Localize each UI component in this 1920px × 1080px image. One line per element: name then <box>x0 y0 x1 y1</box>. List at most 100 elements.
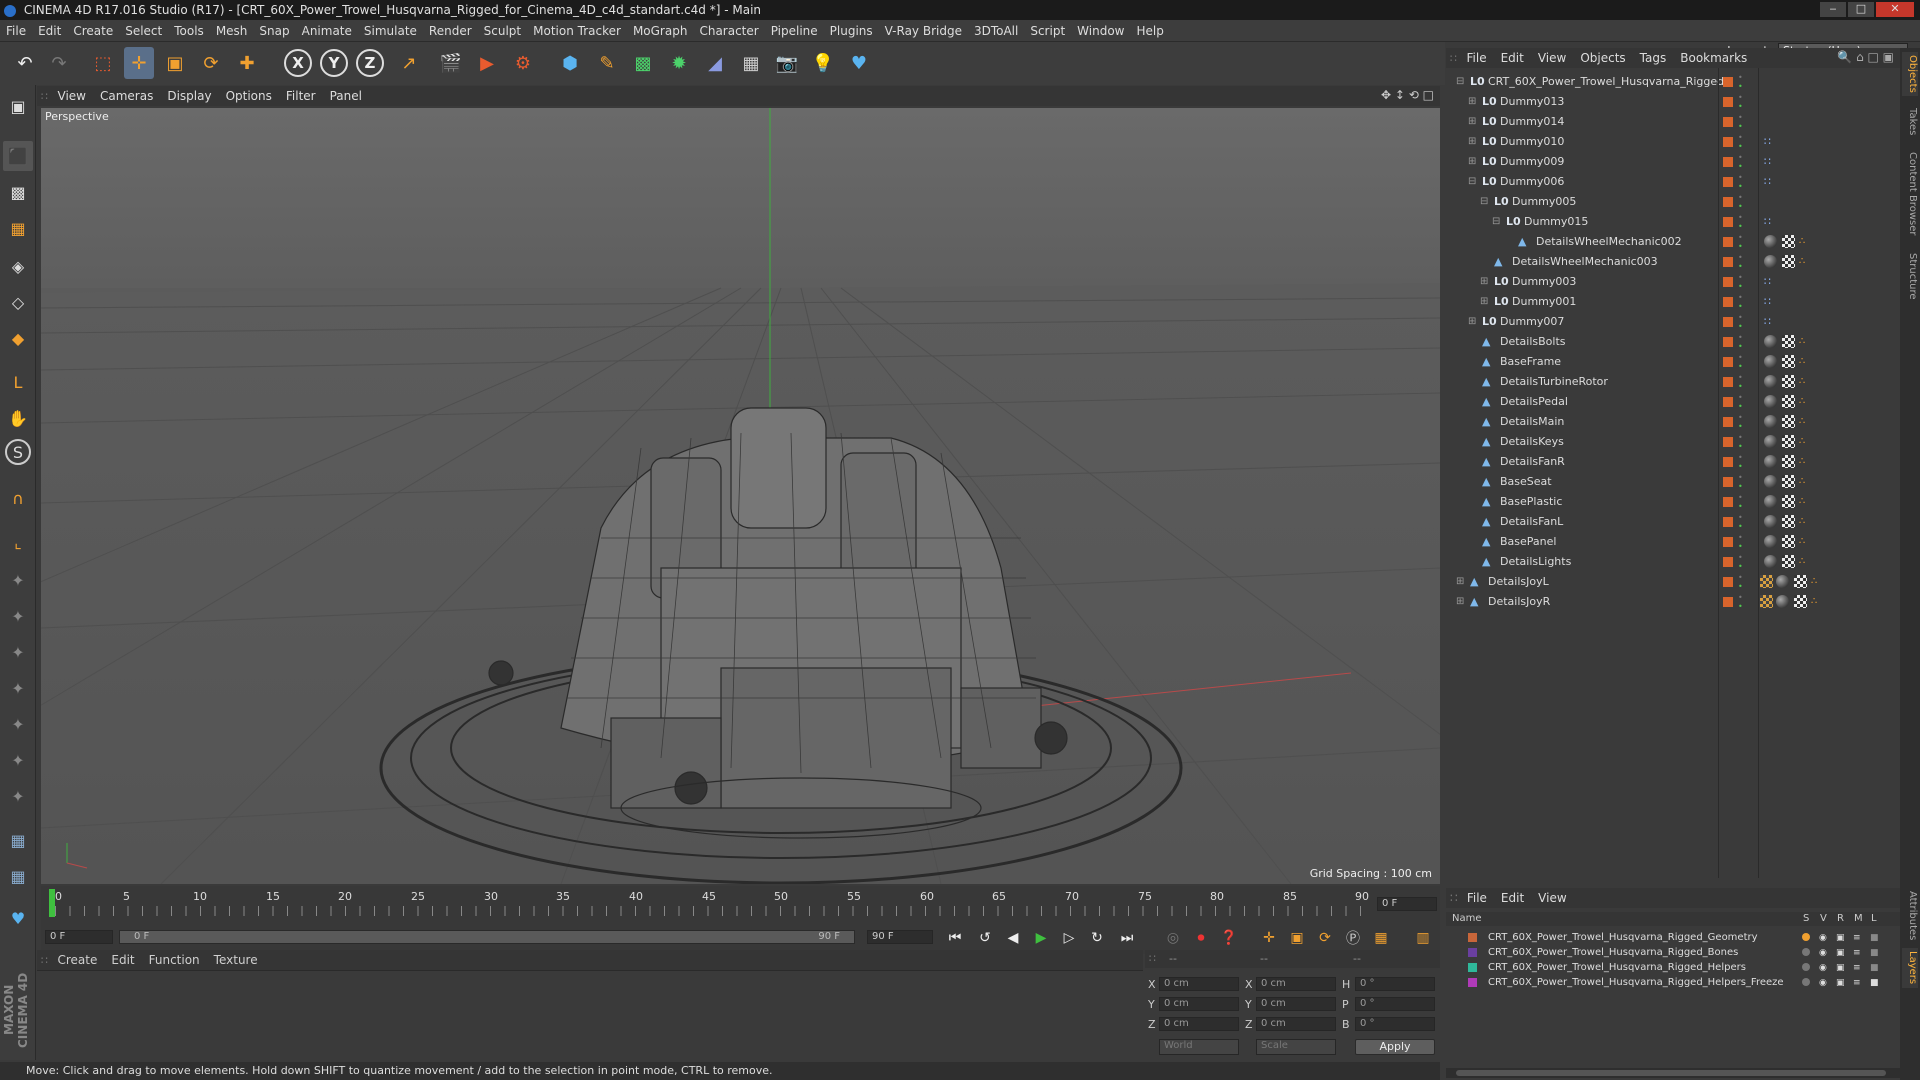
object-menu-bookmarks[interactable]: Bookmarks <box>1673 48 1754 68</box>
menu-tools[interactable]: Tools <box>168 20 210 42</box>
tree-toggle-icon[interactable]: ⊟ <box>1492 212 1500 232</box>
start-frame-field[interactable]: 0 F <box>45 930 113 944</box>
object-row[interactable]: ▲ DetailsWheelMechanic003 • • ∴ <box>1446 252 1900 272</box>
visibility-dots-icon[interactable]: • • <box>1738 533 1743 551</box>
material-tag-icon[interactable] <box>1764 515 1777 528</box>
material-tag-icon[interactable] <box>1776 595 1789 608</box>
layer-color-swatch[interactable] <box>1723 77 1733 87</box>
material-tag-icon[interactable] <box>1764 375 1777 388</box>
visible-toggle-icon[interactable]: ◉ <box>1819 961 1827 976</box>
menu-sculpt[interactable]: Sculpt <box>478 20 527 42</box>
tree-toggle-icon[interactable]: ⊞ <box>1456 572 1464 592</box>
uvw-tag-icon[interactable] <box>1782 395 1795 408</box>
scale-mode-select[interactable]: Scale <box>1256 1039 1336 1055</box>
render-toggle-icon[interactable]: ▣ <box>1836 946 1845 961</box>
weight-tag-icon[interactable]: ∴ <box>1799 452 1805 472</box>
solo-toggle-icon[interactable] <box>1802 963 1810 971</box>
redo-icon[interactable]: ↷ <box>44 47 74 79</box>
layer-color-swatch[interactable] <box>1723 257 1733 267</box>
manager-toggle-icon[interactable]: ≡ <box>1853 946 1861 961</box>
object-search-icons[interactable]: 🔍 ⌂ □ ▣ <box>1837 50 1894 64</box>
uvw-tag-icon[interactable] <box>1794 595 1807 608</box>
material-tag-icon[interactable] <box>1764 495 1777 508</box>
visibility-dots-icon[interactable]: • • <box>1738 573 1743 591</box>
object-row[interactable]: ▲ DetailsKeys • • ∴ <box>1446 432 1900 452</box>
python-script-icon[interactable]: ♥ <box>3 903 33 933</box>
paint-weights-icon[interactable]: ✦ <box>3 673 33 703</box>
light-icon[interactable]: 💡 <box>808 47 838 79</box>
weight-tag-icon[interactable]: ∴ <box>1799 372 1805 392</box>
size-y-field[interactable]: 0 cm <box>1256 997 1336 1011</box>
layer-menu-view[interactable]: View <box>1531 888 1573 908</box>
solo-toggle-icon[interactable] <box>1802 948 1810 956</box>
layer-color-swatch[interactable] <box>1723 377 1733 387</box>
material-menu-function[interactable]: Function <box>142 950 207 970</box>
layer-color-swatch[interactable] <box>1723 477 1733 487</box>
material-tag-icon[interactable] <box>1764 255 1777 268</box>
undo-icon[interactable]: ↶ <box>10 47 40 79</box>
lock-toggle-icon[interactable]: ■ <box>1870 931 1879 946</box>
key-rotation-icon[interactable]: ⟳ <box>1313 926 1337 950</box>
weight-tag-icon[interactable]: ∴ <box>1799 552 1805 572</box>
visibility-dots-icon[interactable]: • • <box>1738 313 1743 331</box>
cloth-icon[interactable]: ✦ <box>3 781 33 811</box>
viewport-menu-cameras[interactable]: Cameras <box>93 86 160 106</box>
visibility-dots-icon[interactable]: • • <box>1738 73 1743 91</box>
visibility-dots-icon[interactable]: • • <box>1738 433 1743 451</box>
object-row[interactable]: ⊞ ▲ DetailsJoyL • • ∴ <box>1446 572 1900 592</box>
y-axis-icon[interactable]: Y <box>320 49 348 77</box>
tree-toggle-icon[interactable]: ⊞ <box>1468 152 1476 172</box>
layer-color-swatch[interactable] <box>1723 177 1733 187</box>
subdivision-icon[interactable]: ▩ <box>628 47 658 79</box>
layer-color-swatch[interactable] <box>1723 517 1733 527</box>
floor-icon[interactable]: ▦ <box>736 47 766 79</box>
visibility-dots-icon[interactable]: • • <box>1738 393 1743 411</box>
visibility-dots-icon[interactable]: • • <box>1738 253 1743 271</box>
tree-toggle-icon[interactable]: ⊞ <box>1468 92 1476 112</box>
layer-color-swatch[interactable] <box>1723 217 1733 227</box>
tree-toggle-icon[interactable]: ⊞ <box>1468 132 1476 152</box>
tree-toggle-icon[interactable]: ⊟ <box>1468 172 1476 192</box>
3d-viewport[interactable]: Perspective Grid Spacing : 100 cm <box>41 108 1440 884</box>
material-tag-icon[interactable] <box>1764 235 1777 248</box>
viewport-nav-icons[interactable]: ✥ ↕ ⟲ □ <box>1381 88 1434 102</box>
pose-tag-icon[interactable]: ∷ <box>1764 172 1771 192</box>
manager-toggle-icon[interactable]: ≡ <box>1853 961 1861 976</box>
joint-tool-icon[interactable]: ✦ <box>3 565 33 595</box>
size-z-field[interactable]: 0 cm <box>1256 1017 1336 1031</box>
object-row[interactable]: ▲ DetailsMain • • ∴ <box>1446 412 1900 432</box>
pose-tag-icon[interactable]: ∷ <box>1764 132 1771 152</box>
object-row[interactable]: ⊞ L0 Dummy007 • • ∷ <box>1446 312 1900 332</box>
material-manager-area[interactable] <box>37 970 1143 1060</box>
object-row[interactable]: ▲ DetailsFanL • • ∴ <box>1446 512 1900 532</box>
key-parameter-icon[interactable]: Ⓟ <box>1341 926 1365 950</box>
object-menu-view[interactable]: View <box>1531 48 1573 68</box>
model-mode-icon[interactable]: ⬛ <box>3 141 33 171</box>
menu-create[interactable]: Create <box>67 20 119 42</box>
visible-toggle-icon[interactable]: ◉ <box>1819 946 1827 961</box>
workplane-axis-icon[interactable]: ⌞ <box>3 527 33 557</box>
layers-grid-icon[interactable]: ▦ <box>3 825 33 855</box>
menu-simulate[interactable]: Simulate <box>358 20 423 42</box>
layer-scroll-thumb[interactable] <box>1456 1070 1886 1076</box>
layer-color-swatch[interactable] <box>1468 948 1477 957</box>
menu-mograph[interactable]: MoGraph <box>627 20 694 42</box>
cube-icon[interactable]: ⬢ <box>555 47 585 79</box>
pen-spline-icon[interactable]: ✎ <box>592 47 622 79</box>
object-row[interactable]: ⊞ L0 Dummy001 • • ∷ <box>1446 292 1900 312</box>
position-z-field[interactable]: 0 cm <box>1159 1017 1239 1031</box>
uvw-tag-icon[interactable] <box>1782 335 1795 348</box>
visibility-dots-icon[interactable]: • • <box>1738 213 1743 231</box>
apply-button[interactable]: Apply <box>1355 1039 1435 1055</box>
pose-tag-icon[interactable]: ∷ <box>1764 292 1771 312</box>
scale-icon[interactable]: ▣ <box>160 47 190 79</box>
tab-objects[interactable]: Objects <box>1902 52 1918 96</box>
layer-color-swatch[interactable] <box>1723 237 1733 247</box>
coordinate-space-select[interactable]: World <box>1159 1039 1239 1055</box>
weight-tag-icon[interactable]: ∴ <box>1799 392 1805 412</box>
visibility-dots-icon[interactable]: • • <box>1738 373 1743 391</box>
coordinate-system-icon[interactable]: ↗ <box>394 47 424 79</box>
lock-toggle-icon[interactable]: ■ <box>1870 976 1879 991</box>
layer-color-swatch[interactable] <box>1723 117 1733 127</box>
uvw-tag-icon[interactable] <box>1782 475 1795 488</box>
